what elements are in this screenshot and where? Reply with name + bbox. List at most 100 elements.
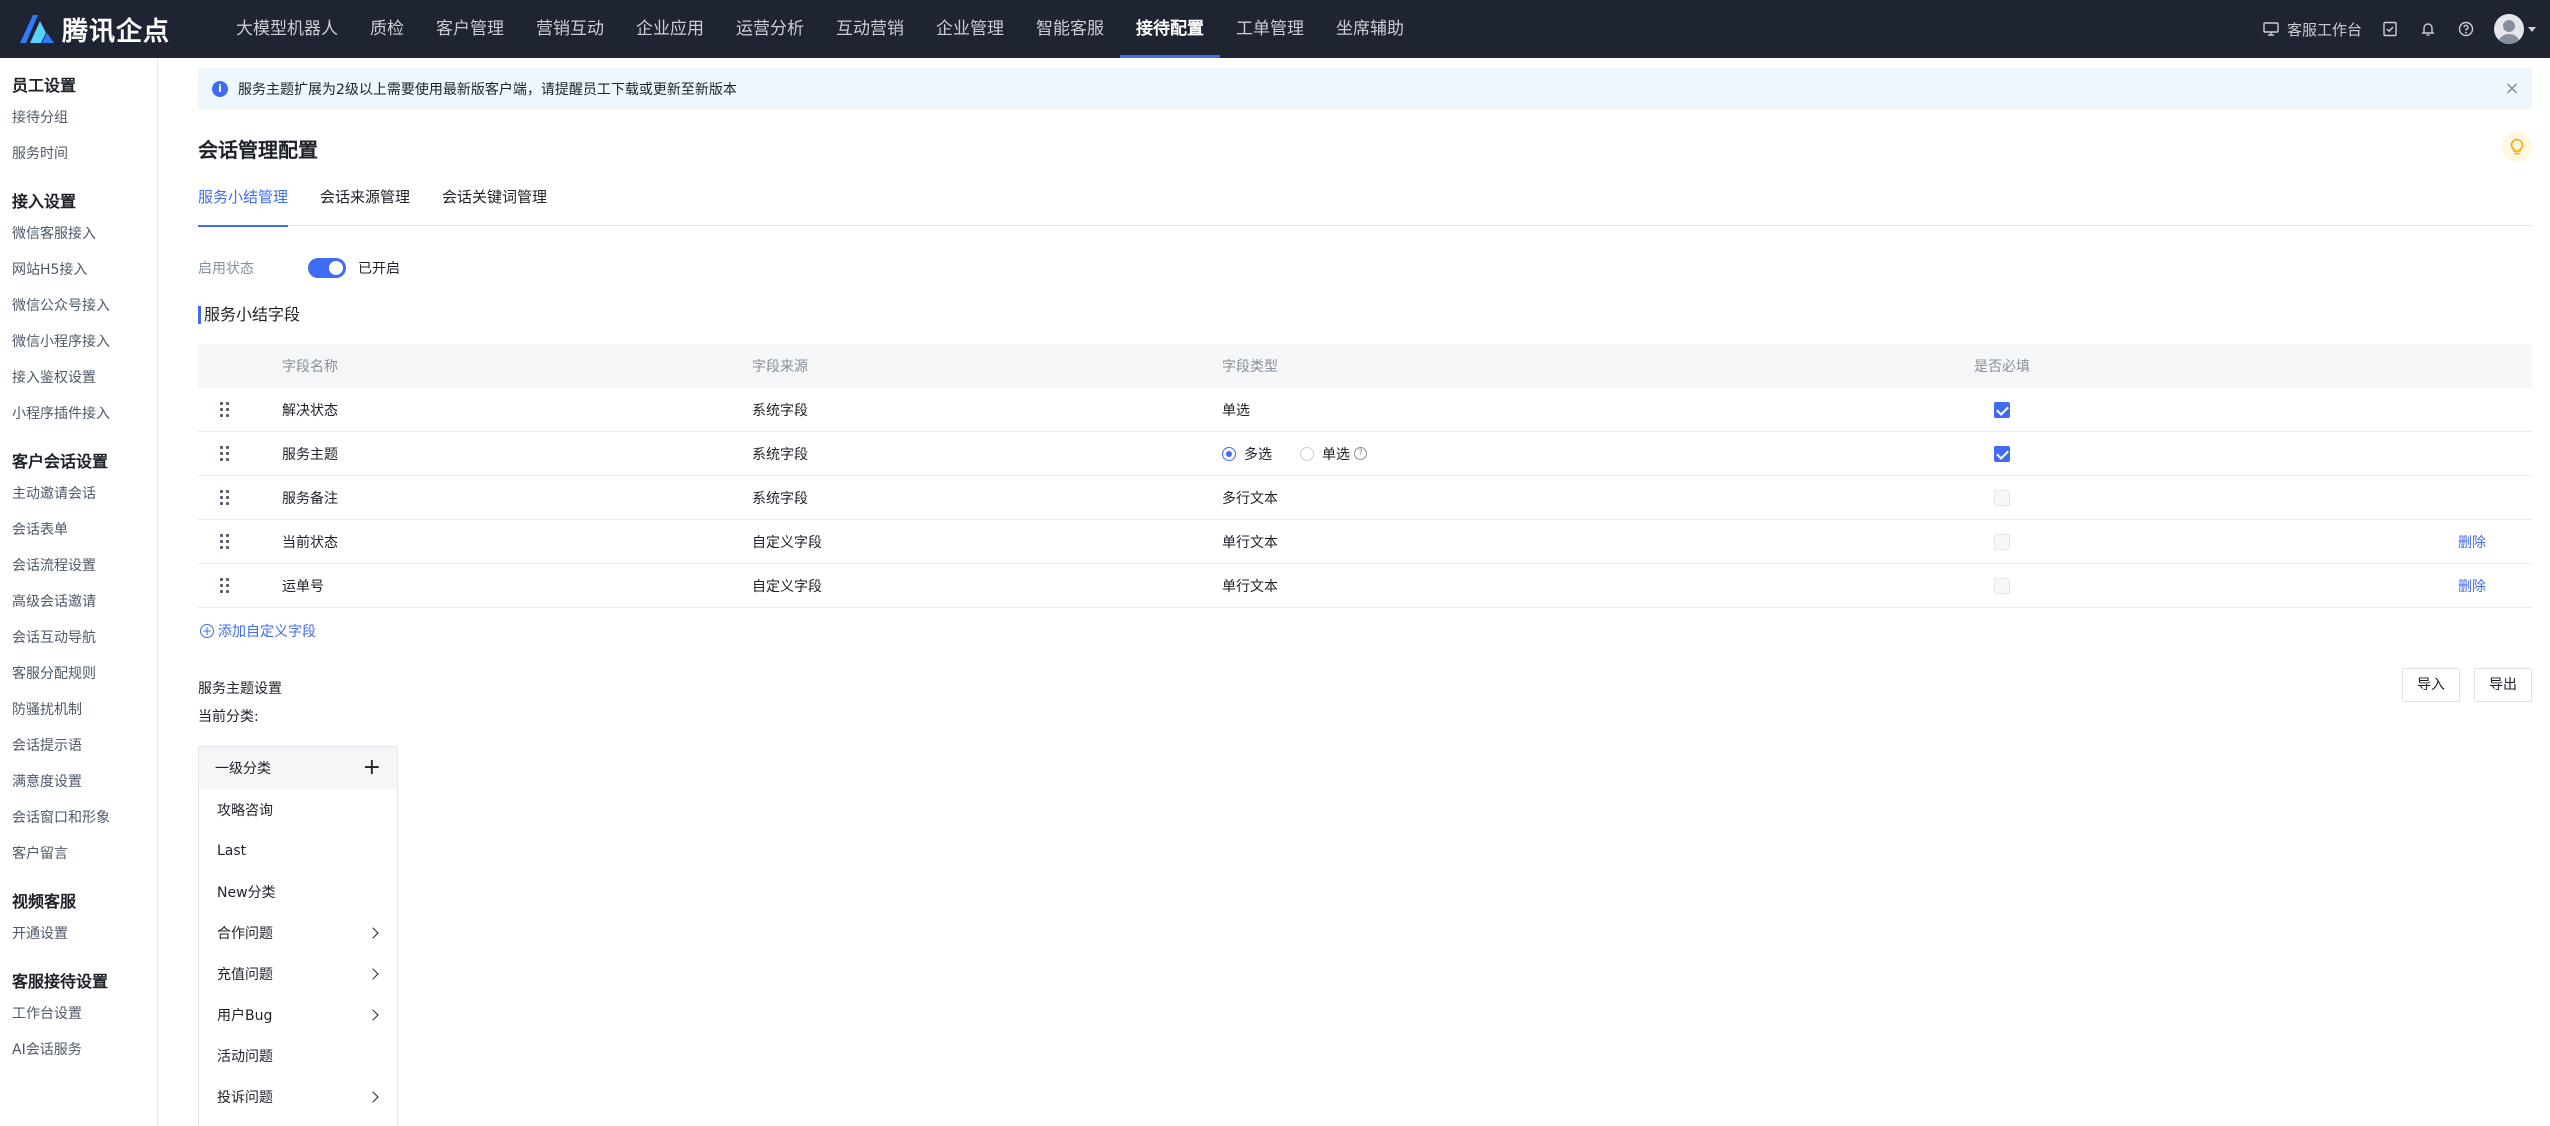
field-source: 系统字段 [752,446,808,463]
sidebar-item[interactable]: 接入鉴权设置 [0,360,157,396]
category-item[interactable]: 用户Bug [199,994,397,1035]
category-item[interactable]: 攻略咨询 [199,789,397,830]
sidebar-item[interactable]: AI会话服务 [0,1032,157,1068]
sidebar-item[interactable]: 会话窗口和形象 [0,800,157,836]
field-type: 单行文本 [1222,534,1278,551]
nav-item[interactable]: 客户管理 [420,0,520,58]
tab-item[interactable]: 会话关键词管理 [442,186,547,226]
nav-item[interactable]: 运营分析 [720,0,820,58]
help-icon[interactable] [2456,19,2476,39]
nav-item[interactable]: 智能客服 [1020,0,1120,58]
workbench-label: 客服工作台 [2286,20,2362,39]
lightbulb-icon[interactable] [2502,132,2532,162]
sidebar-item[interactable]: 接待分组 [0,100,157,136]
add-custom-field-button[interactable]: + 添加自定义字段 [200,621,316,641]
category-item[interactable]: 充值问题 [199,953,397,994]
drag-handle-icon[interactable] [220,446,229,461]
enable-toggle[interactable] [308,258,346,278]
add-category-plus-icon[interactable]: + [363,757,381,779]
sidebar-item[interactable]: 服务时间 [0,136,157,172]
nav-item[interactable]: 接待配置 [1120,0,1220,58]
header-field-source: 字段来源 [752,359,808,375]
fields-table: 字段名称 字段来源 字段类型 是否必填 解决状态 系统字段 单选 服务主题 系统字段 多选… [198,344,2532,608]
category-name: 投诉问题 [217,1089,273,1106]
level-title: 一级分类 [215,761,271,777]
top-right-tools: 客服工作台 [2261,0,2536,58]
sidebar-item[interactable]: 防骚扰机制 [0,692,157,728]
bell-icon[interactable] [2418,19,2438,39]
category-item[interactable]: Last [199,830,397,871]
sidebar-item[interactable]: 微信客服接入 [0,216,157,252]
required-checkbox[interactable] [1994,445,2010,462]
sidebar-item[interactable]: 微信公众号接入 [0,288,157,324]
sidebar-item[interactable]: 微信小程序接入 [0,324,157,360]
plus-circle-icon: + [200,624,214,638]
required-checkbox[interactable] [1994,401,2010,418]
drag-handle-icon[interactable] [220,490,229,505]
category-panel-header: 一级分类 + [199,747,397,789]
sidebar-item[interactable]: 客户留言 [0,836,157,872]
header-required: 是否必填 [1974,359,2030,375]
question-icon[interactable]: ? [1354,447,1367,460]
table-row: 运单号 自定义字段 单行文本 删除 [198,564,2532,608]
chevron-down-icon [2528,26,2536,32]
nav-item[interactable]: 工单管理 [1220,0,1320,58]
chevron-right-icon [367,926,379,939]
drag-handle-icon[interactable] [220,578,229,593]
info-icon: i [212,81,228,97]
header-field-type: 字段类型 [1222,359,1278,375]
category-item[interactable]: 合作问题 [199,912,397,953]
workbench-link[interactable]: 客服工作台 [2261,19,2362,40]
config-tabs: 服务小结管理 会话来源管理 会话关键词管理 [198,186,2532,227]
brand-logo[interactable]: 腾讯企点 [16,11,206,48]
tab-item[interactable]: 服务小结管理 [198,186,289,227]
nav-item[interactable]: 质检 [354,0,420,58]
sidebar-item[interactable]: 工作台设置 [0,996,157,1032]
tab-item[interactable]: 会话来源管理 [320,186,410,226]
main-nav: 大模型机器人 质检 客户管理 营销互动 企业应用 运营分析 互动营销 企业管理 智能客服 接待配置… [220,0,1420,58]
export-button[interactable]: 导出 [2474,668,2532,702]
required-checkbox [1994,489,2010,506]
sidebar-item[interactable]: 网站H5接入 [0,252,157,288]
category-name: Last [217,842,247,859]
category-item[interactable]: 投诉问题 [199,1076,397,1117]
field-source: 自定义字段 [752,578,822,595]
delete-link[interactable]: 删除 [2458,576,2486,596]
close-icon[interactable]: × [2502,79,2522,99]
nav-item[interactable]: 坐席辅助 [1320,0,1420,58]
category-name: New分类 [217,884,276,901]
delete-link[interactable]: 删除 [2458,532,2486,552]
category-item[interactable]: 活动问题 [199,1035,397,1076]
sidebar-item[interactable]: 客服分配规则 [0,656,157,692]
field-source: 系统字段 [752,402,808,419]
sidebar-group-title: 视频客服 [12,892,77,911]
import-button[interactable]: 导入 [2402,668,2460,702]
nav-item[interactable]: 大模型机器人 [220,0,354,58]
sidebar-item[interactable]: 会话表单 [0,512,157,548]
nav-item[interactable]: 企业应用 [620,0,720,58]
type-radio[interactable] [1222,446,1236,461]
type-radio[interactable] [1300,446,1314,461]
user-menu[interactable] [2494,14,2536,44]
sidebar-item[interactable]: 主动邀请会话 [0,476,157,512]
task-check-icon[interactable] [2380,19,2400,39]
sidebar-item[interactable]: 开通设置 [0,916,157,952]
sidebar-item[interactable]: 会话提示语 [0,728,157,764]
type-radio-label: 多选 [1244,446,1272,463]
sidebar-item[interactable]: 会话互动导航 [0,620,157,656]
sidebar-item[interactable]: 小程序插件接入 [0,396,157,432]
status-label: 启用状态 [198,261,254,277]
sidebar-item[interactable]: 满意度设置 [0,764,157,800]
sidebar-item[interactable]: 会话流程设置 [0,548,157,584]
category-item[interactable]: New分类 [199,871,397,912]
table-row: 服务主题 系统字段 多选 单选? [198,432,2532,476]
nav-item[interactable]: 企业管理 [920,0,1020,58]
field-name: 服务主题 [282,446,338,463]
field-name: 运单号 [282,578,324,595]
nav-item[interactable]: 互动营销 [820,0,920,58]
status-value: 已开启 [358,261,400,277]
drag-handle-icon[interactable] [220,402,229,417]
nav-item[interactable]: 营销互动 [520,0,620,58]
drag-handle-icon[interactable] [220,534,229,549]
sidebar-item[interactable]: 高级会话邀请 [0,584,157,620]
